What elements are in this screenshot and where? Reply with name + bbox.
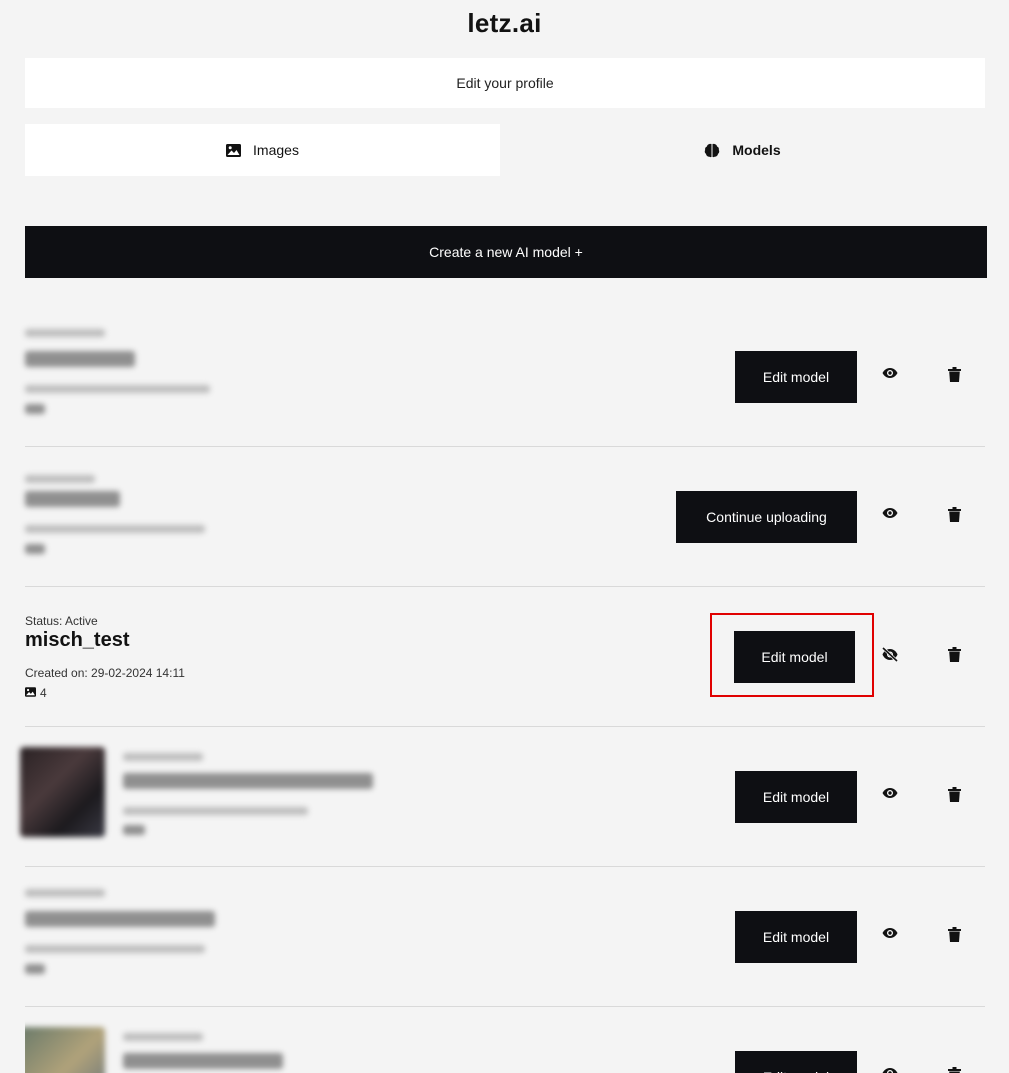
blurred-model-info [123,1007,293,1073]
eye-icon[interactable] [879,787,901,809]
trash-icon[interactable] [945,1067,963,1073]
model-image-count: 4 [25,686,47,700]
edit-model-button[interactable]: Edit model [735,1051,857,1073]
image-icon [226,143,242,157]
continue-uploading-button[interactable]: Continue uploading [676,491,857,543]
model-row: Edit model [25,867,985,1007]
tab-images-label: Images [253,142,299,158]
model-thumbnail [20,747,105,837]
model-row: Edit model [20,727,985,867]
eye-icon[interactable] [879,507,901,529]
tab-images[interactable]: Images [25,124,500,176]
blurred-model-info [25,447,225,567]
model-row: Edit model [25,307,985,447]
trash-icon[interactable] [945,787,963,809]
create-model-button[interactable]: Create a new AI model + [25,226,987,278]
image-count-value: 4 [40,686,47,700]
model-created-date: Created on: 29-02-2024 14:11 [25,666,185,680]
model-row: Edit model [25,1007,985,1073]
edit-model-button[interactable]: Edit model [735,351,857,403]
model-row: Continue uploading [25,447,985,587]
trash-icon[interactable] [945,507,963,529]
blurred-model-info [123,727,383,847]
trash-icon[interactable] [945,927,963,949]
highlight-annotation [710,613,874,697]
trash-icon[interactable] [945,647,963,669]
model-thumbnail [25,1027,105,1073]
edit-profile-button[interactable]: Edit your profile [25,58,985,108]
eye-icon[interactable] [879,927,901,949]
image-icon [25,686,36,700]
eye-icon[interactable] [879,1067,901,1073]
eye-icon[interactable] [879,367,901,389]
site-title[interactable]: letz.ai [0,8,1009,39]
blurred-model-info [25,867,225,987]
edit-model-button[interactable]: Edit model [735,771,857,823]
trash-icon[interactable] [945,367,963,389]
blurred-model-info [25,307,225,427]
eye-slash-icon[interactable] [879,647,901,669]
brain-icon [704,143,720,158]
tab-models-label: Models [732,142,781,158]
tab-models[interactable]: Models [500,124,985,176]
model-name: misch_test [25,629,130,651]
edit-model-button[interactable]: Edit model [735,911,857,963]
model-status: Status: Active [25,614,98,628]
